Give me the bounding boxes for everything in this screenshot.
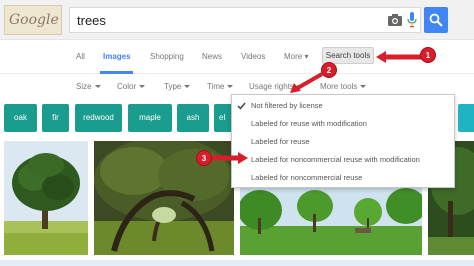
related-chip-partial[interactable] bbox=[458, 104, 474, 132]
search-results-page: Google trees All Images Shopping News Vi… bbox=[0, 0, 474, 266]
chevron-down-icon bbox=[139, 85, 146, 89]
callout-arrow-2 bbox=[290, 72, 323, 93]
tab-videos[interactable]: Videos bbox=[241, 52, 265, 61]
related-chip-maple[interactable]: maple bbox=[128, 104, 172, 132]
tree-image bbox=[4, 141, 88, 255]
camera-icon[interactable] bbox=[388, 14, 402, 26]
chevron-down-icon bbox=[184, 85, 191, 89]
filter-time-label: Time bbox=[207, 82, 225, 91]
filter-type[interactable]: Type bbox=[164, 82, 191, 91]
usage-rights-menu: Not filtered by license Labeled for reus… bbox=[231, 94, 455, 188]
related-chip-ash[interactable]: ash bbox=[177, 104, 209, 132]
related-chip-oak[interactable]: oak bbox=[4, 104, 37, 132]
related-chip-redwood[interactable]: redwood bbox=[75, 104, 122, 132]
tab-images[interactable]: Images bbox=[103, 52, 131, 61]
microphone-icon[interactable] bbox=[407, 12, 417, 28]
image-result-1[interactable] bbox=[4, 141, 88, 255]
menu-item-noncommercial[interactable]: Labeled for noncommercial reuse bbox=[251, 173, 362, 182]
filter-time[interactable]: Time bbox=[207, 82, 234, 91]
menu-item-not-filtered[interactable]: Not filtered by license bbox=[251, 101, 323, 110]
filter-size[interactable]: Size bbox=[76, 82, 101, 91]
filter-color[interactable]: Color bbox=[117, 82, 146, 91]
tab-more[interactable]: More ▾ bbox=[284, 52, 308, 61]
google-logo[interactable]: Google bbox=[4, 5, 62, 35]
park-trees-image bbox=[240, 188, 422, 255]
callout-badge-2: 2 bbox=[321, 62, 337, 78]
tab-shopping[interactable]: Shopping bbox=[150, 52, 184, 61]
search-button[interactable] bbox=[424, 7, 448, 33]
menu-item-noncommercial-modification[interactable]: Labeled for noncommercial reuse with mod… bbox=[251, 155, 420, 164]
menu-item-reuse-modification[interactable]: Labeled for reuse with modification bbox=[251, 119, 367, 128]
search-icon bbox=[429, 13, 443, 27]
callout-badge-1: 1 bbox=[420, 47, 436, 63]
more-results-strip bbox=[0, 260, 474, 266]
search-query[interactable]: trees bbox=[77, 13, 106, 28]
callout-arrow-1 bbox=[376, 51, 422, 63]
top-bar: Google trees bbox=[0, 0, 474, 40]
logo-text: Google bbox=[9, 12, 59, 28]
chevron-down-icon bbox=[227, 85, 234, 89]
related-chip-fir[interactable]: fir bbox=[42, 104, 69, 132]
filter-more-tools-label: More tools bbox=[320, 82, 358, 91]
chevron-down-icon bbox=[94, 85, 101, 89]
filter-type-label: Type bbox=[164, 82, 182, 91]
image-result-3[interactable] bbox=[240, 188, 422, 255]
menu-item-reuse[interactable]: Labeled for reuse bbox=[251, 137, 309, 146]
filter-more-tools[interactable]: More tools bbox=[320, 82, 367, 91]
callout-arrow-3 bbox=[212, 152, 248, 164]
tab-news[interactable]: News bbox=[202, 52, 222, 61]
search-input[interactable]: trees bbox=[69, 7, 421, 33]
chevron-down-icon bbox=[360, 85, 367, 89]
active-tab-indicator bbox=[100, 71, 133, 74]
filter-size-label: Size bbox=[76, 82, 92, 91]
callout-badge-3: 3 bbox=[196, 150, 212, 166]
filter-color-label: Color bbox=[117, 82, 137, 91]
check-icon bbox=[237, 102, 246, 110]
tab-all[interactable]: All bbox=[76, 52, 85, 61]
